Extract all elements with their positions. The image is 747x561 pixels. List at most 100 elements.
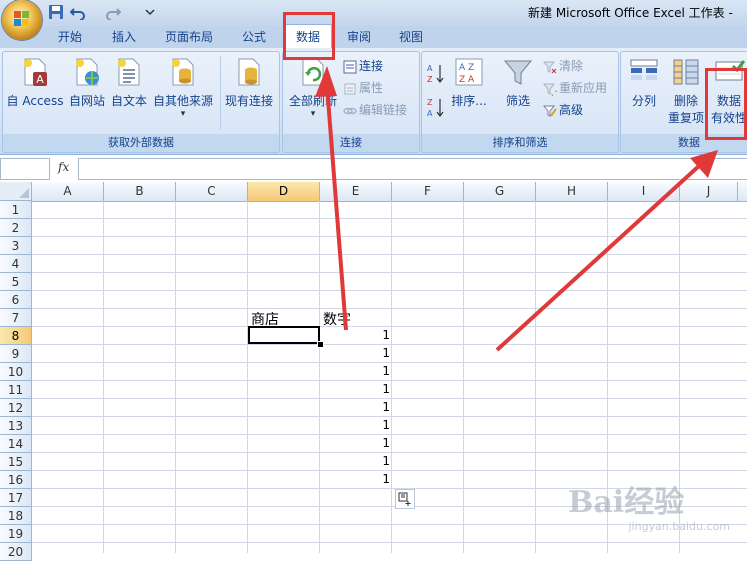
cell-e7[interactable]: 数字 bbox=[323, 309, 351, 329]
advanced-filter-icon bbox=[543, 105, 557, 117]
from-web-button[interactable]: 自网站 bbox=[64, 56, 110, 109]
from-access-label: 自 Access bbox=[6, 94, 64, 108]
dropdown-arrow-icon: ▾ bbox=[310, 109, 316, 119]
filter-button[interactable]: 筛选 bbox=[498, 56, 538, 109]
save-icon[interactable] bbox=[48, 4, 64, 20]
text-to-columns-button[interactable]: 分列 bbox=[624, 56, 664, 109]
from-other-sources-button[interactable]: 自其他来源 ▾ bbox=[150, 56, 216, 119]
sort-label: 排序... bbox=[451, 94, 487, 108]
advanced-button[interactable]: 高级 bbox=[543, 101, 583, 118]
row-header-11[interactable]: 11 bbox=[0, 381, 32, 399]
row-header-14[interactable]: 14 bbox=[0, 435, 32, 453]
redo-icon[interactable] bbox=[105, 4, 121, 20]
advanced-label: 高级 bbox=[559, 103, 584, 117]
other-sources-icon bbox=[167, 56, 199, 88]
row-header-6[interactable]: 6 bbox=[0, 291, 32, 309]
refresh-icon bbox=[297, 56, 329, 88]
group-label: 连接 bbox=[283, 134, 419, 152]
cell-e8[interactable]: 1 bbox=[320, 328, 390, 342]
cell-e16[interactable]: 1 bbox=[320, 472, 390, 486]
row-header-3[interactable]: 3 bbox=[0, 237, 32, 255]
connections-button[interactable]: 连接 bbox=[343, 57, 383, 74]
remove-duplicates-button[interactable]: 删除 重复项 bbox=[664, 56, 708, 126]
row-header-17[interactable]: 17 bbox=[0, 489, 32, 507]
cell-e9[interactable]: 1 bbox=[320, 346, 390, 360]
sort-ascending-icon[interactable]: A Z bbox=[426, 62, 446, 84]
properties-button[interactable]: 属性 bbox=[343, 79, 383, 96]
sort-button[interactable]: A Z Z A 排序... bbox=[448, 56, 490, 109]
edit-links-label: 编辑链接 bbox=[359, 103, 408, 117]
office-logo-icon bbox=[14, 11, 29, 26]
undo-icon[interactable] bbox=[70, 4, 86, 20]
cell-e12[interactable]: 1 bbox=[320, 400, 390, 414]
cell-e14[interactable]: 1 bbox=[320, 436, 390, 450]
svg-text:Z: Z bbox=[427, 75, 433, 84]
remove-duplicates-label-2: 重复项 bbox=[667, 111, 704, 125]
tab-formulas[interactable]: 公式 bbox=[228, 26, 280, 48]
fill-handle[interactable] bbox=[317, 341, 324, 348]
cell-e10[interactable]: 1 bbox=[320, 364, 390, 378]
column-header-f[interactable]: F bbox=[392, 182, 464, 201]
formula-input[interactable] bbox=[78, 158, 747, 180]
text-to-columns-icon bbox=[628, 56, 660, 88]
tab-review[interactable]: 审阅 bbox=[336, 26, 382, 48]
column-header-j[interactable]: J bbox=[680, 182, 738, 201]
tab-page-layout[interactable]: 页面布局 bbox=[156, 26, 222, 48]
refresh-all-button[interactable]: 全部刷新 ▾ bbox=[286, 56, 340, 119]
svg-text:Z: Z bbox=[427, 98, 433, 107]
window-title: 新建 Microsoft Office Excel 工作表 - bbox=[528, 6, 733, 20]
column-header-g[interactable]: G bbox=[464, 182, 536, 201]
row-header-13[interactable]: 13 bbox=[0, 417, 32, 435]
column-header-i[interactable]: I bbox=[608, 182, 680, 201]
remove-duplicates-label-1: 删除 bbox=[673, 94, 698, 108]
row-header-15[interactable]: 15 bbox=[0, 453, 32, 471]
clear-button[interactable]: 清除 bbox=[543, 57, 583, 74]
cell-e11[interactable]: 1 bbox=[320, 382, 390, 396]
row-header-20[interactable]: 20 bbox=[0, 543, 32, 561]
row-header-10[interactable]: 10 bbox=[0, 363, 32, 381]
column-header-c[interactable]: C bbox=[176, 182, 248, 201]
row-header-5[interactable]: 5 bbox=[0, 273, 32, 291]
name-box[interactable] bbox=[0, 158, 50, 180]
row-header-16[interactable]: 16 bbox=[0, 471, 32, 489]
highlight-data-validation bbox=[705, 68, 747, 140]
edit-links-button[interactable]: 编辑链接 bbox=[343, 101, 407, 118]
sort-descending-icon[interactable]: Z A bbox=[426, 96, 446, 118]
column-header-h[interactable]: H bbox=[536, 182, 608, 201]
column-header-d[interactable]: D bbox=[248, 182, 320, 201]
row-header-18[interactable]: 18 bbox=[0, 507, 32, 525]
select-all-button[interactable] bbox=[0, 182, 32, 201]
office-button[interactable] bbox=[2, 0, 42, 40]
cell-e15[interactable]: 1 bbox=[320, 454, 390, 468]
row-header-19[interactable]: 19 bbox=[0, 525, 32, 543]
clear-filter-icon bbox=[543, 61, 557, 73]
row-header-8[interactable]: 8 bbox=[0, 327, 32, 345]
row-header-12[interactable]: 12 bbox=[0, 399, 32, 417]
customize-qat-icon[interactable] bbox=[142, 4, 158, 20]
row-header-4[interactable]: 4 bbox=[0, 255, 32, 273]
insert-function-icon[interactable]: fx bbox=[58, 160, 69, 174]
column-header-b[interactable]: B bbox=[104, 182, 176, 201]
divider bbox=[220, 56, 221, 130]
cell-e13[interactable]: 1 bbox=[320, 418, 390, 432]
active-cell-d8[interactable] bbox=[248, 326, 320, 344]
row-header-2[interactable]: 2 bbox=[0, 219, 32, 237]
from-access-button[interactable]: A 自 Access bbox=[6, 56, 64, 109]
row-header-7[interactable]: 7 bbox=[0, 309, 32, 327]
existing-connections-button[interactable]: 现有连接 bbox=[222, 56, 276, 109]
reapply-button[interactable]: 重新应用 bbox=[543, 79, 607, 96]
tab-home[interactable]: 开始 bbox=[44, 26, 96, 48]
existing-connections-icon bbox=[233, 56, 265, 88]
funnel-icon bbox=[502, 56, 534, 88]
auto-fill-options-button[interactable] bbox=[395, 489, 415, 509]
dropdown-arrow-icon: ▾ bbox=[180, 109, 186, 119]
column-header-e[interactable]: E bbox=[320, 182, 392, 201]
filter-label: 筛选 bbox=[505, 94, 530, 108]
column-header-a[interactable]: A bbox=[32, 182, 104, 201]
watermark-brand: Bai经验 bbox=[568, 485, 685, 520]
row-header-1[interactable]: 1 bbox=[0, 201, 32, 219]
tab-view[interactable]: 视图 bbox=[388, 26, 434, 48]
tab-insert[interactable]: 插入 bbox=[98, 26, 150, 48]
from-text-button[interactable]: 自文本 bbox=[108, 56, 150, 109]
row-header-9[interactable]: 9 bbox=[0, 345, 32, 363]
